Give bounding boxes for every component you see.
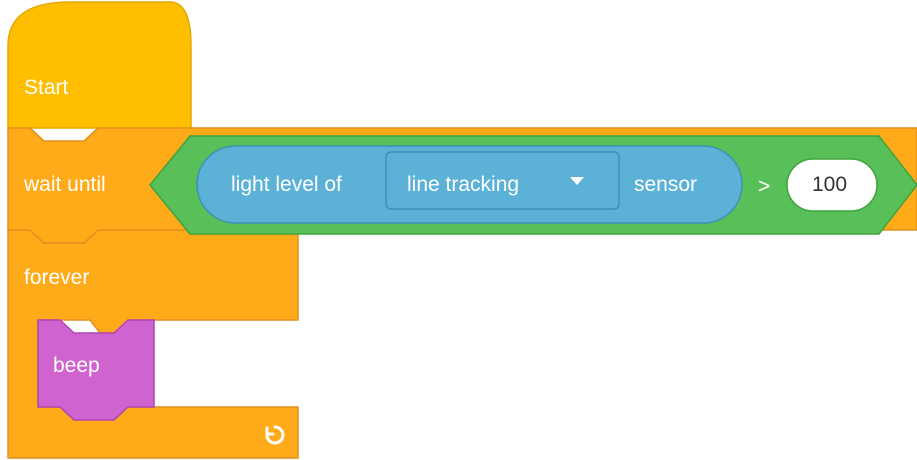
compare-value-input[interactable]: [786, 158, 878, 212]
beep-block[interactable]: [37, 319, 155, 421]
sensor-dropdown[interactable]: [385, 151, 620, 210]
block-canvas: [7, 1, 917, 459]
start-hat-block[interactable]: [7, 1, 192, 129]
